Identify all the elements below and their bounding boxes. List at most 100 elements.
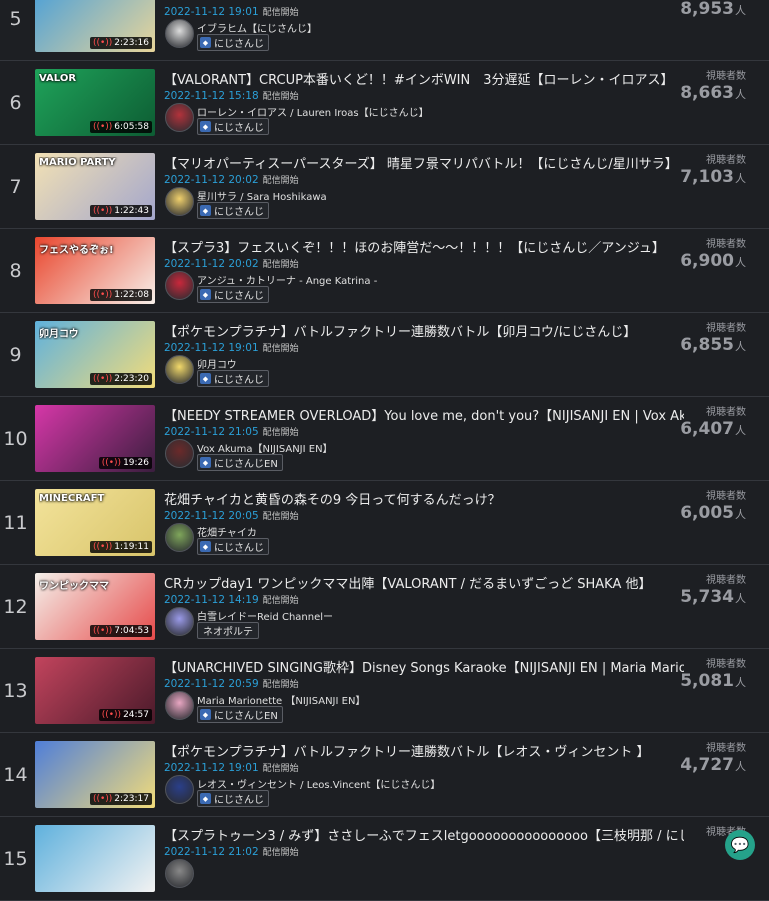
list-item[interactable]: 13 ((•)) 24:57 【UNARCHIVED SINGING歌枠】Disney…: [0, 649, 769, 733]
video-thumbnail[interactable]: MARIO PARTY ((•)) 1:22:43: [35, 153, 155, 220]
channel-name[interactable]: 花畑チャイカ: [197, 524, 257, 539]
rank-number: 8: [9, 260, 22, 282]
thumbnail-text: フェスやるぞぉ!: [39, 245, 114, 256]
start-date: 2022-11-12 20:02: [164, 258, 259, 270]
rank-number: 7: [9, 176, 22, 198]
avatar[interactable]: [165, 19, 194, 48]
viewer-number: 5,081: [680, 671, 734, 691]
org-badge[interactable]: ネオポルテ: [197, 622, 259, 639]
video-title[interactable]: 【スプラトゥーン3 / みず】ささしーふでフェスletgoooooooooooo…: [164, 825, 684, 844]
org-badge[interactable]: ◆ にじさんじ: [197, 538, 269, 555]
video-thumbnail[interactable]: VALOR ((•)) 6:05:58: [35, 69, 155, 136]
channel-name[interactable]: レオス・ヴィンセント / Leos.Vincent【にじさんじ】: [197, 776, 440, 791]
viewer-number: 6,900: [680, 251, 734, 271]
video-title[interactable]: 【NEEDY STREAMER OVERLOAD】You love me, do…: [164, 405, 684, 424]
duration-text: 2:23:16: [114, 38, 149, 48]
list-item[interactable]: 14 ((•)) 2:23:17 【ポケモンプラチナ】バトルファクトリー連勝数バトル【…: [0, 733, 769, 817]
video-thumbnail[interactable]: [35, 825, 155, 892]
video-title[interactable]: 【スプラ3】フェスいくぞ！！！ほのお陣営だ〜〜！！！！【にじさんじ／アンジュ】: [164, 237, 684, 256]
video-title[interactable]: 【マリオパーティスーパースターズ】 晴星フ景マリパバトル！【にじさんじ/星川サラ…: [164, 153, 684, 172]
video-thumbnail[interactable]: ((•)) 2:23:16: [35, 0, 155, 52]
viewer-unit: 人: [735, 172, 746, 185]
list-item[interactable]: 12 ワンピックママ ((•)) 7:04:53 CRカップday1 ワンピックママ出陣…: [0, 565, 769, 649]
org-name: にじさんじEN: [214, 459, 278, 470]
duration-text: 1:22:08: [114, 290, 149, 300]
channel-name[interactable]: アンジュ・カトリーナ - Ange Katrina -: [197, 272, 377, 287]
list-item[interactable]: 7 MARIO PARTY ((•)) 1:22:43 【マリオパーティスーパースターズ…: [0, 145, 769, 229]
viewer-count: 4,727人: [680, 755, 746, 775]
list-item[interactable]: 8 フェスやるぞぉ! ((•)) 1:22:08 【スプラ3】フェスいくぞ！！！ほのお陣…: [0, 229, 769, 313]
org-name: にじさんじ: [214, 543, 264, 554]
channel-name[interactable]: Maria Marionette 【NIJISANJI EN】: [197, 692, 365, 707]
video-title[interactable]: CRカップday1 ワンピックママ出陣【VALORANT / だるまいずごっど …: [164, 573, 684, 592]
rank-number: 10: [3, 428, 28, 450]
viewer-label: 視聴者数: [706, 155, 746, 166]
video-title[interactable]: 【ポケモンプラチナ】バトルファクトリー連勝数バトル【レオス・ヴィンセント 】: [164, 741, 684, 760]
avatar[interactable]: [165, 439, 194, 468]
list-item[interactable]: 6 VALOR ((•)) 6:05:58 【VALORANT】CRCUP本番いくど！！…: [0, 61, 769, 145]
avatar[interactable]: [165, 187, 194, 216]
org-badge[interactable]: ◆ にじさんじ: [197, 118, 269, 135]
channel-name[interactable]: 白雪レイドーReid Channelー: [197, 608, 333, 623]
live-icon: ((•)): [92, 794, 113, 804]
avatar[interactable]: [165, 103, 194, 132]
avatar[interactable]: [165, 607, 194, 636]
video-thumbnail[interactable]: ((•)) 19:26: [35, 405, 155, 472]
org-logo-icon: ◆: [200, 457, 211, 468]
org-badge[interactable]: ◆ にじさんじ: [197, 286, 269, 303]
chat-button[interactable]: 💬: [725, 830, 755, 860]
start-date: 2022-11-12 20:05: [164, 510, 259, 522]
video-thumbnail[interactable]: ((•)) 2:23:17: [35, 741, 155, 808]
rank-number: 6: [9, 92, 22, 114]
avatar[interactable]: [165, 271, 194, 300]
avatar[interactable]: [165, 523, 194, 552]
avatar[interactable]: [165, 859, 194, 888]
channel-name[interactable]: ローレン・イロアス / Lauren Iroas【にじさんじ】: [197, 104, 429, 119]
org-badge[interactable]: ◆ にじさんじEN: [197, 706, 283, 723]
org-badge[interactable]: ◆ にじさんじEN: [197, 454, 283, 471]
video-title[interactable]: 花畑チャイカと黄昏の森その9 今日って何するんだっけ？: [164, 489, 684, 508]
thumbnail-text: ワンピックママ: [39, 581, 109, 592]
channel-name[interactable]: 星川サラ / Sara Hoshikawa: [197, 188, 327, 203]
viewer-count: 6,407人: [680, 419, 746, 439]
channel-name[interactable]: Vox Akuma【NIJISANJI EN】: [197, 440, 333, 455]
video-thumbnail[interactable]: フェスやるぞぉ! ((•)) 1:22:08: [35, 237, 155, 304]
thumbnail-text: VALOR: [39, 73, 77, 84]
video-thumbnail[interactable]: ワンピックママ ((•)) 7:04:53: [35, 573, 155, 640]
video-title[interactable]: 【VALORANT】CRCUP本番いくど！！#インボWIN 3分遅延【ローレン・…: [164, 69, 684, 88]
duration-badge: ((•)) 2:23:20: [89, 373, 152, 385]
avatar[interactable]: [165, 355, 194, 384]
thumbnail-text: MARIO PARTY: [39, 157, 116, 168]
viewer-label: 視聴者数: [706, 743, 746, 754]
video-thumbnail[interactable]: ((•)) 24:57: [35, 657, 155, 724]
video-thumbnail[interactable]: MINECRAFT ((•)) 1:19:11: [35, 489, 155, 556]
start-time: 2022-11-12 21:05 配信開始: [164, 425, 299, 438]
video-thumbnail[interactable]: 卯月コウ ((•)) 2:23:20: [35, 321, 155, 388]
org-badge[interactable]: ◆ にじさんじ: [197, 790, 269, 807]
viewer-unit: 人: [735, 760, 746, 773]
org-badge[interactable]: ◆ にじさんじ: [197, 370, 269, 387]
viewer-unit: 人: [735, 424, 746, 437]
viewer-label: 視聴者数: [706, 407, 746, 418]
avatar[interactable]: [165, 691, 194, 720]
list-item[interactable]: 10 ((•)) 19:26 【NEEDY STREAMER OVERLOAD】You…: [0, 397, 769, 481]
org-name: にじさんじEN: [214, 711, 278, 722]
video-title[interactable]: 【UNARCHIVED SINGING歌枠】Disney Songs Karao…: [164, 657, 684, 676]
duration-badge: ((•)) 1:19:11: [89, 541, 152, 553]
list-item[interactable]: 5 ((•)) 2:23:16 2022-11-12 19:01 配信開始 イブラヒム【に…: [0, 0, 769, 61]
start-date: 2022-11-12 14:19: [164, 594, 259, 606]
org-badge[interactable]: ◆ にじさんじ: [197, 202, 269, 219]
viewer-count: 5,734人: [680, 587, 746, 607]
avatar[interactable]: [165, 775, 194, 804]
thumbnail-text: MINECRAFT: [39, 493, 105, 504]
viewer-unit: 人: [735, 676, 746, 689]
org-logo-icon: ◆: [200, 289, 211, 300]
org-badge[interactable]: ◆ にじさんじ: [197, 34, 269, 51]
start-time: 2022-11-12 20:05 配信開始: [164, 509, 299, 522]
list-item[interactable]: 15 【スプラトゥーン3 / みず】ささしーふでフェスletgoooooooooo…: [0, 817, 769, 901]
channel-name[interactable]: 卯月コウ: [197, 356, 237, 371]
channel-name[interactable]: イブラヒム【にじさんじ】: [197, 20, 317, 35]
video-title[interactable]: 【ポケモンプラチナ】バトルファクトリー連勝数バトル【卯月コウ/にじさんじ】: [164, 321, 684, 340]
list-item[interactable]: 9 卯月コウ ((•)) 2:23:20 【ポケモンプラチナ】バトルファクトリー連勝数バ…: [0, 313, 769, 397]
list-item[interactable]: 11 MINECRAFT ((•)) 1:19:11 花畑チャイカと黄昏の森その9 今日…: [0, 481, 769, 565]
